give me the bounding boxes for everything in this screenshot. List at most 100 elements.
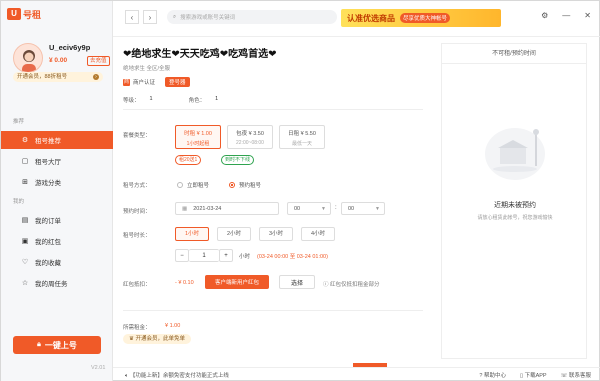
vip-promo-text: 开通会员，88折租号 <box>17 74 68 80</box>
heart-icon: ♡ <box>21 259 29 266</box>
redpacket-amount: - ¥ 0.10 <box>175 280 194 286</box>
date-value: 2021-03-24 <box>193 205 222 212</box>
package-name: 日租 ¥ 5.50 <box>288 131 316 137</box>
search-input[interactable]: ⌕ 搜索游戏或账号关键词 <box>167 10 337 24</box>
date-picker[interactable]: ▦ 2021-03-24 <box>175 202 279 215</box>
help-label: 帮助中心 <box>483 373 506 379</box>
vip-free-note[interactable]: ♛ 开通会员，此单免单 <box>123 334 191 344</box>
sidebar-item-label: 我的订单 <box>35 218 61 225</box>
recharge-button[interactable]: 去充值 <box>87 56 110 66</box>
help-center-link[interactable]: ? 帮助中心 <box>479 371 506 379</box>
sidebar-item-label: 游戏分类 <box>35 180 61 187</box>
radio-reserve[interactable]: 预约租号 <box>229 181 261 189</box>
gear-icon: ⚙ <box>21 137 29 144</box>
status-bar: 🔈︎ 【功能上新】余额免密支付功能正式上线 ? 帮助中心 ▯ 下载APP ☏ 联… <box>113 367 600 381</box>
news-ticker[interactable]: 🔈︎ 【功能上新】余额免密支付功能正式上线 <box>125 371 229 380</box>
download-label: 下载APP <box>524 373 547 379</box>
rent-mode-label: 租号方式： <box>123 183 151 189</box>
order-icon: ▤ <box>21 217 29 224</box>
product-info: 等级： 1 角色： 1 <box>123 96 254 104</box>
merchant-tag: 商户认证 <box>133 80 156 86</box>
search-icon: ⌕ <box>173 13 177 20</box>
customer-service-link[interactable]: ☏ 联系客服 <box>561 371 591 379</box>
package-desc: 最低一天 <box>291 141 312 147</box>
decrement-button[interactable]: − <box>175 249 189 262</box>
reservation-panel: 不可租/预约时间 近期未被预约 请放心租赁此帐号，祝您游戏愉快 <box>441 43 587 359</box>
headset-icon: ☏ <box>560 373 569 379</box>
sidebar-item-my-favorites[interactable]: ♡ 我的收藏 <box>1 253 113 271</box>
sidebar-item-game-category[interactable]: ⊞ 游戏分类 <box>1 173 113 191</box>
avatar[interactable] <box>13 43 43 73</box>
duration-4h[interactable]: 4小时 <box>301 227 335 241</box>
login-tool-tag: 登号器 <box>165 77 190 87</box>
schedule-label: 预约时间： <box>123 209 151 215</box>
sidebar-item-label: 我的红包 <box>35 239 61 246</box>
sidebar-item-my-orders[interactable]: ▤ 我的订单 <box>1 211 113 229</box>
quantity-input[interactable]: 1 <box>189 249 219 262</box>
total-label: 所需租金： <box>123 325 151 331</box>
hour-select[interactable]: 00 ▼ <box>287 202 331 215</box>
sidebar-item-label: 租号推荐 <box>35 138 61 145</box>
duration-3h[interactable]: 3小时 <box>259 227 293 241</box>
package-option-overnight[interactable]: 包夜 ¥ 3.50 22:00~08:00 <box>227 125 273 149</box>
chat-icon: ▢ <box>21 158 29 165</box>
divider <box>123 109 423 110</box>
sidebar-item-weekly-tasks[interactable]: ☆ 我的周任务 <box>1 274 113 292</box>
sidebar-item-rent-hall[interactable]: ▢ 租号大厅 <box>1 152 113 170</box>
version: V2.01 <box>91 365 106 371</box>
redpacket-icon: ▣ <box>21 238 29 245</box>
product-tags: 商 商户认证 登号器 <box>123 77 190 87</box>
divider <box>123 310 423 311</box>
duration-label: 租号时长： <box>123 233 151 239</box>
duration-1h[interactable]: 1小时 <box>175 227 209 241</box>
duration-unit: 小时 <box>239 254 251 260</box>
level-label: 等级： <box>123 98 140 104</box>
app-logo[interactable]: U 号租 <box>7 7 41 21</box>
promo-banner[interactable]: 认准优选商品 尽享优质大神帐号 <box>341 9 501 27</box>
chevron-down-icon: ▼ <box>321 205 326 212</box>
level-value: 1 <box>149 96 153 102</box>
new-user-redpacket-button[interactable]: 客户端新用户红包 <box>205 275 269 289</box>
status-links: ? 帮助中心 ▯ 下载APP ☏ 联系客服 <box>479 371 591 379</box>
minimize-icon[interactable]: — <box>562 11 570 20</box>
radio-rent-now[interactable]: 立即租号 <box>177 181 209 189</box>
banner-subtitle: 尽享优质大神帐号 <box>400 13 451 23</box>
logo-badge: U <box>7 8 21 20</box>
package-label: 套餐类型： <box>123 133 151 139</box>
vip-promo[interactable]: 开通会员，88折租号 › <box>13 72 103 82</box>
search-placeholder: 搜索游戏或账号关键词 <box>180 15 236 21</box>
app-window: U 号租 U_eciv6y9p ¥ 0.00 去充值 开通会员，88折租号 › … <box>0 0 600 381</box>
download-app-link[interactable]: ▯ 下载APP <box>520 371 547 379</box>
minute-select[interactable]: 00 ▼ <box>341 202 385 215</box>
sidebar-item-my-redpackets[interactable]: ▣ 我的红包 <box>1 232 113 250</box>
close-icon[interactable]: ✕ <box>584 11 591 20</box>
package-option-daily[interactable]: 日租 ¥ 5.50 最低一天 <box>279 125 325 149</box>
grid-icon: ⊞ <box>22 179 28 186</box>
redpacket-note-text: 红包仅抵扣租金部分 <box>330 282 380 288</box>
package-name: 时租 ¥ 1.00 <box>184 131 212 137</box>
package-option-hourly[interactable]: 时租 ¥ 1.00 1小时起租 <box>175 125 221 149</box>
task-icon: ☆ <box>21 280 29 287</box>
empty-title: 近期未被预约 <box>494 202 536 209</box>
role-label: 角色： <box>188 98 206 104</box>
product-title: ❤绝地求生❤天天吃鸡❤吃鸡首选❤ <box>123 49 277 60</box>
sidebar-item-label: 我的收藏 <box>35 260 61 267</box>
duration-2h[interactable]: 2小时 <box>217 227 251 241</box>
forward-button[interactable]: › <box>143 10 157 24</box>
chevron-left-icon: ‹ <box>130 12 134 22</box>
role-value: 1 <box>215 96 219 102</box>
news-text: 【功能上新】余额免密支付功能正式上线 <box>129 372 229 379</box>
choose-redpacket-button[interactable]: 选择 <box>279 275 315 289</box>
hour-value: 00 <box>294 205 301 212</box>
product-subtitle: 绝地求生 全区/全服 <box>123 66 171 72</box>
redpacket-label: 红包抵扣： <box>123 282 151 288</box>
one-click-login-button[interactable]: 🔒︎ 一键上号 <box>13 336 101 354</box>
banner-title: 认准优选商品 <box>347 13 395 23</box>
sidebar-item-rent-recommend[interactable]: ⚙ 租号推荐 <box>1 131 113 149</box>
settings-icon[interactable]: ⚙ <box>541 11 548 20</box>
info-icon: ⓘ <box>323 282 331 288</box>
service-label: 联系客服 <box>568 373 591 379</box>
minute-value: 00 <box>348 205 355 212</box>
increment-button[interactable]: + <box>219 249 233 262</box>
back-button[interactable]: ‹ <box>125 10 139 24</box>
